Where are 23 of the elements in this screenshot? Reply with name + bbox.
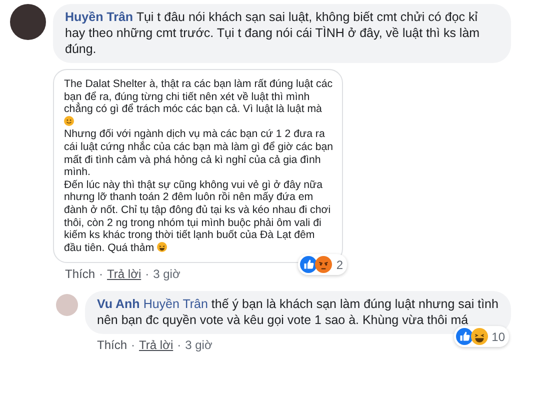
- laughing-face-icon: [470, 328, 488, 346]
- comment-text: Huyền Trân Tụi t đâu nói khách sạn sai luật, không biết cmt chửi có đọc kỉ hay theo những cmt trước. Tụi t đang nói cái TÌNH ở đây, về luật thì ks làm đúng.: [53, 4, 511, 63]
- angry-face-icon: [315, 256, 332, 274]
- separator-dot: ·: [177, 338, 182, 352]
- reply-link[interactable]: Trả lời: [107, 267, 142, 282]
- timestamp[interactable]: 3 giờ: [153, 267, 180, 282]
- separator-dot: ·: [131, 338, 136, 352]
- smiling-face-icon: [64, 116, 74, 126]
- like-link[interactable]: Thích: [65, 267, 96, 282]
- like-icon: [300, 256, 318, 274]
- screenshot-text: The Dalat Shelter à, thật ra các bạn làm rất đúng luật các bạn để ra, đúng từng chi tiết nên xét về luật thì mình chẳng có gì để trách móc các bạn cả. Vì luật là luật mà: [64, 78, 334, 128]
- like-link[interactable]: Thích: [97, 338, 128, 352]
- reaction-count-badge[interactable]: 2: [298, 254, 347, 276]
- laughing-face-icon: [157, 242, 168, 252]
- screenshot-text: Nhưng đối với ngành dịch vụ mà các bạn cứ 1 2 đưa ra cái luật cứng nhắc của các bạn mà làm gì để giờ các bạn mất đi tình cảm và phá hỏng cả kì nghỉ của cả gia đình mình.: [64, 128, 334, 179]
- timestamp[interactable]: 3 giờ: [185, 338, 212, 352]
- avatar[interactable]: [10, 4, 46, 40]
- reply-link[interactable]: Trả lời: [139, 338, 174, 352]
- screenshot-text: Đến lúc này thì thật sự cũng không vui vẻ gì ở đây nữa nhưng lỡ thanh toán 2 đêm luôn rồi nên mấy đứa em đành ở nốt. Chỉ tụ tập đông đủ tại ks và kéo nhau đi chơi thôi, còn 2 ng trong nhóm tụi mình buộc phải ôm vali đi kiếm ks khác trong thời tiết lạnh buốt của Đà Lạt đêm đầu tiên. Quá thảm: [64, 178, 332, 254]
- separator-dot: ·: [99, 267, 104, 282]
- like-icon: [456, 328, 473, 346]
- reaction-count-badge[interactable]: 10: [454, 326, 509, 348]
- separator-dot: ·: [145, 267, 150, 282]
